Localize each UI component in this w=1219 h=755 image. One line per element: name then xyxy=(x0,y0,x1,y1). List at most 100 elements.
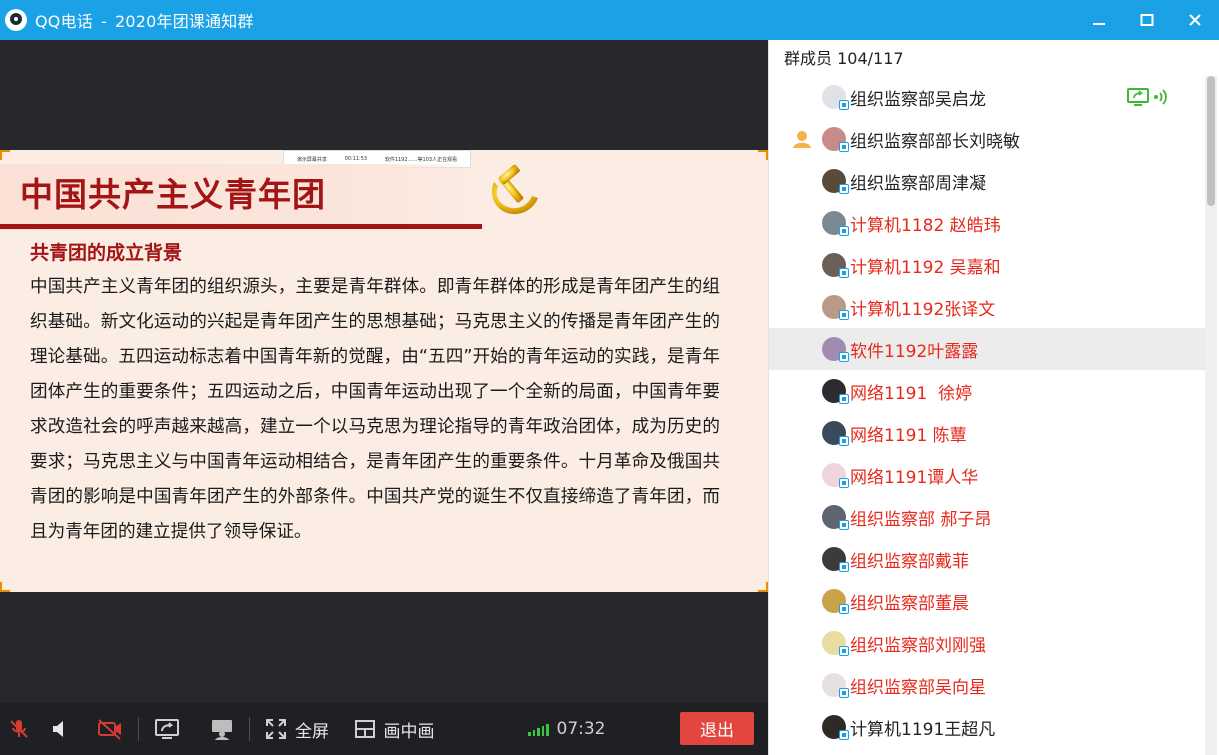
device-badge-icon xyxy=(839,604,849,614)
member-name: 组织监察部周津凝 xyxy=(850,173,986,194)
avatar xyxy=(822,631,849,656)
member-row[interactable]: 计算机1192张译文 xyxy=(769,286,1205,328)
avatar xyxy=(822,379,849,404)
app-name: QQ电话 xyxy=(35,12,93,31)
device-badge-icon xyxy=(839,478,849,488)
member-row[interactable]: 组织监察部吴启龙 xyxy=(769,76,1205,118)
host-slot xyxy=(789,717,815,737)
member-name: 网络1191 徐婷 xyxy=(850,383,973,404)
member-row[interactable]: 组织监察部 郝子昂 xyxy=(769,496,1205,538)
device-badge-icon xyxy=(839,268,849,278)
share-viewers: 软件1192……等103人正在观看 xyxy=(384,156,458,163)
screen-share-button[interactable] xyxy=(139,703,195,755)
sharing-screen-icon xyxy=(1127,88,1149,106)
member-row[interactable]: 计算机1191王超凡 xyxy=(769,706,1205,748)
member-list-scrollbar[interactable] xyxy=(1205,76,1217,755)
group-name: 2020年团课通知群 xyxy=(114,12,254,31)
speaker-icon xyxy=(53,721,63,737)
maximize-button[interactable] xyxy=(1123,0,1171,40)
member-row[interactable]: 网络1191 徐婷 xyxy=(769,370,1205,412)
member-row[interactable]: 组织监察部部长刘晓敏 xyxy=(769,118,1205,160)
device-badge-icon xyxy=(839,310,849,320)
slide-corner-bl xyxy=(0,582,10,592)
member-row[interactable]: 计算机1182 赵皓玮 xyxy=(769,202,1205,244)
member-name: 计算机1191王超凡 xyxy=(850,719,996,740)
host-slot xyxy=(789,549,815,569)
device-badge-icon xyxy=(839,520,849,530)
slide-corner-tl xyxy=(0,150,10,160)
member-name: 软件1192叶露露 xyxy=(850,341,979,362)
device-badge-icon xyxy=(839,730,849,740)
mute-mic-button[interactable] xyxy=(0,703,38,755)
avatar xyxy=(822,253,849,278)
member-name: 组织监察部戴菲 xyxy=(850,551,969,572)
member-name: 计算机1182 赵皓玮 xyxy=(850,215,1001,236)
host-slot xyxy=(789,507,815,527)
avatar xyxy=(822,211,849,236)
scrollbar-thumb[interactable] xyxy=(1207,76,1215,206)
exit-call-button[interactable]: 退出 xyxy=(680,712,754,745)
mic-muted-icon xyxy=(10,720,28,738)
device-badge-icon xyxy=(839,352,849,362)
member-status-icons xyxy=(1127,87,1169,107)
speaking-icon xyxy=(1154,89,1167,105)
member-panel: 群成员 104/117 组织监察部吴启龙 组织监察部部长刘晓敏 组织监察部周津凝 计算… xyxy=(768,40,1219,755)
avatar xyxy=(822,337,849,362)
screen-share-icon xyxy=(155,719,179,739)
minimize-button[interactable] xyxy=(1075,0,1123,40)
avatar xyxy=(822,589,849,614)
host-slot xyxy=(789,633,815,653)
title-separator: - xyxy=(101,12,107,31)
presentation-slide: 演示屏幕共享 00:11:53 软件1192……等103人正在观看 中国共产主义… xyxy=(0,150,768,592)
fullscreen-button[interactable]: 全屏 xyxy=(250,703,344,755)
speaker-button[interactable] xyxy=(38,703,82,755)
camera-button[interactable] xyxy=(82,703,138,755)
member-row[interactable]: 网络1191谭人华 xyxy=(769,454,1205,496)
member-name: 组织监察部 郝子昂 xyxy=(850,509,992,530)
close-button[interactable] xyxy=(1171,0,1219,40)
host-slot xyxy=(789,297,815,317)
maximize-icon xyxy=(1140,14,1154,26)
member-row[interactable]: 软件1192叶露露 xyxy=(769,328,1205,370)
host-slot xyxy=(789,381,815,401)
presenter-button[interactable] xyxy=(195,703,249,755)
member-row[interactable]: 组织监察部周津凝 xyxy=(769,160,1205,202)
member-name: 组织监察部吴向星 xyxy=(850,677,986,698)
host-slot xyxy=(789,87,815,107)
avatar xyxy=(822,421,849,446)
member-row[interactable]: 计算机1192 吴嘉和 xyxy=(769,244,1205,286)
picture-in-picture-button[interactable]: 画中画 xyxy=(344,703,444,755)
member-row[interactable]: 组织监察部董晨 xyxy=(769,580,1205,622)
close-icon xyxy=(1189,14,1201,26)
device-badge-icon xyxy=(839,184,849,194)
member-name: 组织监察部董晨 xyxy=(850,593,969,614)
member-row[interactable]: 网络1191 陈蕈 xyxy=(769,412,1205,454)
member-row[interactable]: 组织监察部刘刚强 xyxy=(769,622,1205,664)
window-title: QQ电话 -2020年团课通知群 xyxy=(35,8,254,32)
fullscreen-icon xyxy=(266,719,286,739)
device-badge-icon xyxy=(839,646,849,656)
avatar xyxy=(822,85,849,110)
host-slot xyxy=(789,339,815,359)
avatar xyxy=(822,169,849,194)
title-bar: QQ电话 -2020年团课通知群 xyxy=(0,0,1219,40)
host-slot xyxy=(789,423,815,443)
member-name: 计算机1192张译文 xyxy=(850,299,996,320)
member-list: 组织监察部吴启龙 组织监察部部长刘晓敏 组织监察部周津凝 计算机1182 赵皓玮 计算机… xyxy=(769,76,1205,748)
device-badge-icon xyxy=(839,688,849,698)
avatar xyxy=(822,127,849,152)
share-duration: 00:11:53 xyxy=(344,156,368,162)
device-badge-icon xyxy=(839,562,849,572)
member-row[interactable]: 组织监察部戴菲 xyxy=(769,538,1205,580)
slide-body-text: 中国共产主义青年团的组织源头，主要是青年群体。即青年群体的形成是青年团产生的组织… xyxy=(30,277,720,542)
shared-screen-area: 演示屏幕共享 00:11:53 软件1192……等103人正在观看 中国共产主义… xyxy=(0,40,768,703)
avatar xyxy=(822,673,849,698)
member-name: 组织监察部部长刘晓敏 xyxy=(850,131,1020,152)
window-controls xyxy=(1075,0,1219,40)
camera-off-icon xyxy=(98,719,121,740)
device-badge-icon xyxy=(839,436,849,446)
minimize-icon xyxy=(1093,23,1105,25)
qq-logo-icon xyxy=(5,9,27,31)
member-row[interactable]: 组织监察部吴向星 xyxy=(769,664,1205,706)
host-icon xyxy=(789,129,815,149)
